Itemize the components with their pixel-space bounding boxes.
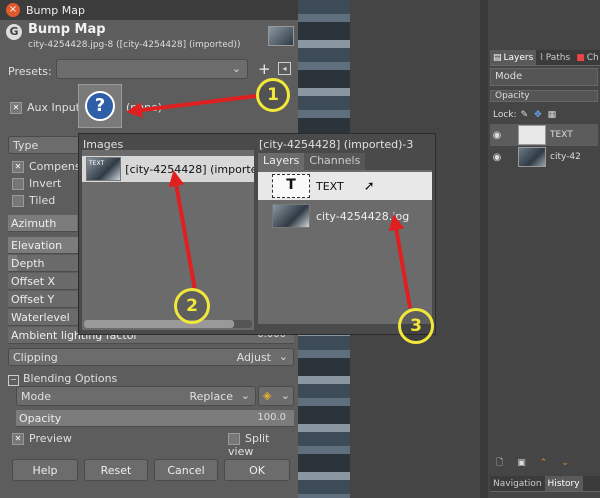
arrow-2 (168, 170, 197, 291)
annotation-arrows (126, 94, 412, 309)
annotation-marker-3: 3 (398, 308, 434, 344)
annotation-marker-1: 1 (256, 78, 290, 112)
annotation-marker-2: 2 (174, 288, 210, 324)
arrow-1 (126, 94, 257, 118)
arrow-3 (388, 214, 412, 309)
